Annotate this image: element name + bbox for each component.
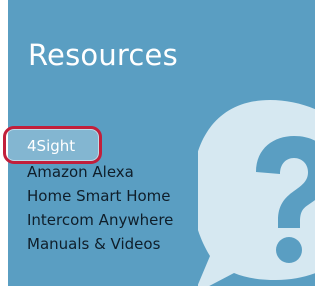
link-home-smart-home[interactable]: Home Smart Home [27, 187, 171, 205]
link-intercom-anywhere[interactable]: Intercom Anywhere [27, 211, 173, 229]
highlight-ring [3, 126, 102, 164]
list-item: Intercom Anywhere [27, 208, 173, 232]
link-manuals-videos[interactable]: Manuals & Videos [27, 235, 160, 253]
link-amazon-alexa[interactable]: Amazon Alexa [27, 163, 134, 181]
list-item: Manuals & Videos [27, 232, 173, 256]
list-item: Home Smart Home [27, 184, 173, 208]
help-speech-bubble-icon [198, 100, 315, 286]
resources-title: Resources [28, 38, 178, 72]
